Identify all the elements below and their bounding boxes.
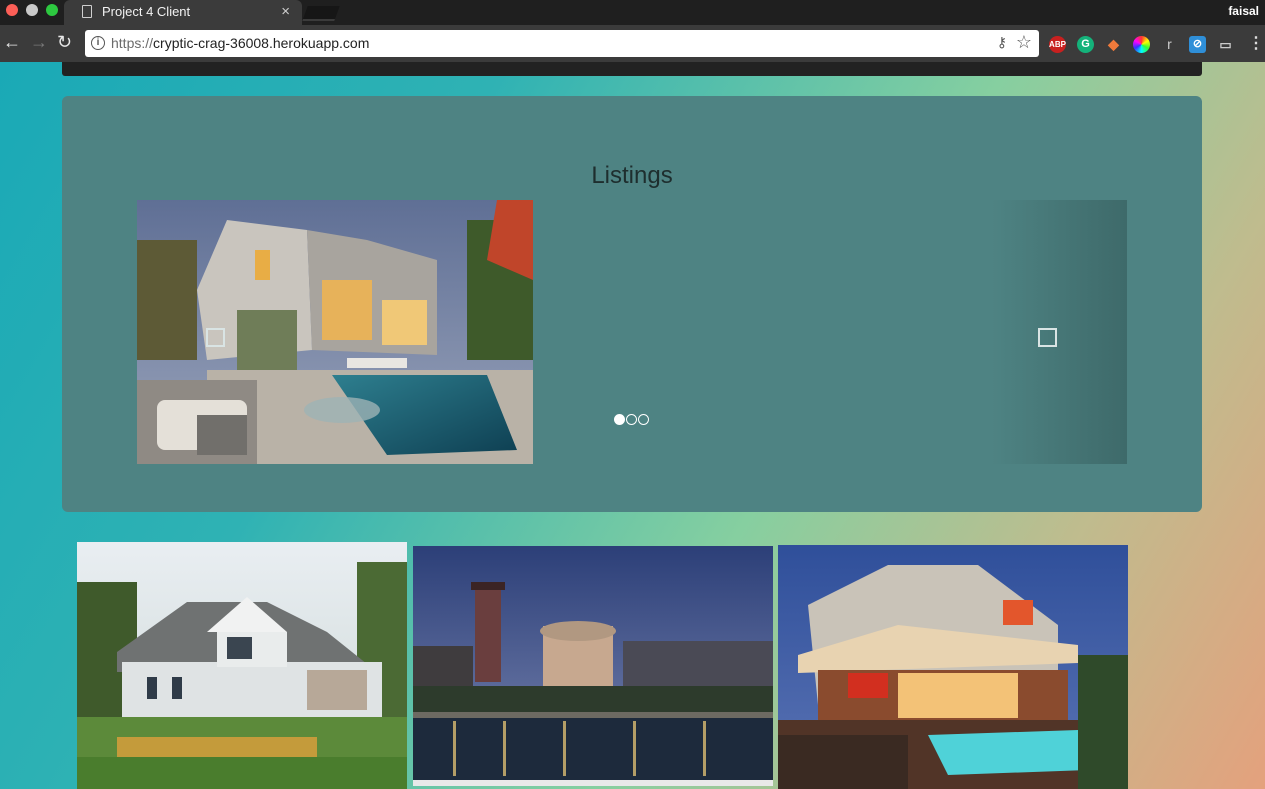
carousel-prev-button[interactable] (206, 328, 225, 347)
modern-house-night-photo (778, 545, 1128, 789)
modern-house-pool-photo (137, 200, 533, 464)
carousel-dot-3[interactable] (638, 414, 649, 425)
adblock-plus-icon[interactable]: ABP (1049, 36, 1066, 53)
back-icon[interactable]: ← (3, 33, 21, 51)
document-icon (82, 5, 92, 18)
window-minimize-button[interactable] (26, 4, 38, 16)
carousel-next-button[interactable] (1038, 328, 1057, 347)
url-text[interactable]: https://cryptic-crag-36008.herokuapp.com (111, 35, 369, 51)
new-tab-button[interactable] (302, 6, 340, 21)
key-icon[interactable]: ⚷ (997, 34, 1007, 51)
url-host: cryptic-crag-36008.herokuapp.com (153, 35, 370, 51)
profile-name[interactable]: faisal (1228, 4, 1259, 18)
page-viewport: Listings (0, 62, 1265, 789)
shopping-center-photo (413, 546, 773, 786)
forward-icon[interactable]: → (30, 33, 48, 51)
compass-extension-icon[interactable]: ⊘ (1189, 36, 1206, 53)
tab-close-icon[interactable]: × (281, 3, 290, 20)
cast-icon[interactable]: ▭ (1217, 36, 1234, 53)
navbar (62, 62, 1202, 76)
window-maximize-button[interactable] (46, 4, 58, 16)
url-scheme: https:// (111, 35, 154, 51)
address-bar[interactable]: i https://cryptic-crag-36008.herokuapp.c… (85, 30, 1039, 57)
listings-title: Listings (591, 162, 673, 189)
listing-card-1[interactable] (77, 542, 407, 789)
carousel-slide-image[interactable] (137, 200, 533, 464)
site-info-icon[interactable]: i (91, 36, 105, 50)
carousel-dot-2[interactable] (626, 414, 637, 425)
listing-card-2[interactable] (413, 546, 773, 786)
carousel-next-slide-preview (992, 200, 1127, 464)
color-picker-icon[interactable] (1133, 36, 1150, 53)
grammarly-icon[interactable]: G (1077, 36, 1094, 53)
browser-tab[interactable]: Project 4 Client × (64, 0, 302, 25)
reload-icon[interactable]: ↻ (57, 33, 72, 51)
bookmark-star-icon[interactable]: ☆ (1016, 32, 1032, 53)
tab-title: Project 4 Client (102, 4, 191, 19)
browser-toolbar: ← → ↻ i https://cryptic-crag-36008.herok… (0, 25, 1265, 62)
window-close-button[interactable] (6, 4, 18, 16)
carousel-dot-1[interactable] (614, 414, 625, 425)
browser-tab-bar: Project 4 Client × faisal (0, 0, 1265, 25)
listing-card-3[interactable] (778, 545, 1128, 789)
carousel-indicators (614, 414, 649, 425)
r-extension-icon[interactable]: r (1161, 36, 1178, 53)
fox-extension-icon[interactable]: ◆ (1105, 36, 1122, 53)
listings-panel: Listings (62, 96, 1202, 512)
browser-menu-icon[interactable]: ⋮ (1248, 33, 1264, 53)
suburban-house-photo (77, 542, 407, 789)
